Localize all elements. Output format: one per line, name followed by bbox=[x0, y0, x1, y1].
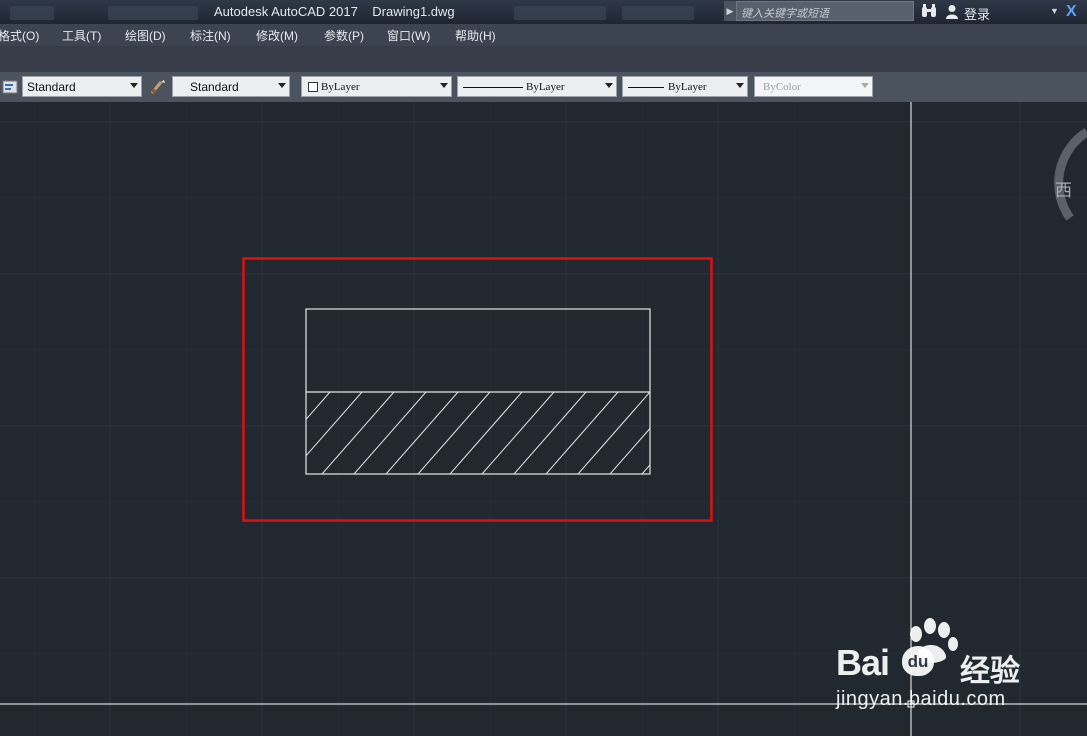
window-title: Autodesk AutoCAD 2017 Drawing1.dwg bbox=[214, 4, 455, 19]
lineweight-dropdown[interactable]: ByLayer bbox=[622, 76, 748, 97]
ribbon-strip bbox=[0, 46, 1087, 72]
chevron-down-icon[interactable]: ▼ bbox=[1050, 6, 1059, 16]
dimension-style-dropdown[interactable]: Standard bbox=[172, 76, 290, 97]
dimension-style-icon[interactable] bbox=[149, 78, 167, 96]
color-dropdown[interactable]: ByLayer bbox=[301, 76, 452, 97]
menu-modify[interactable]: 修改(M) bbox=[256, 27, 298, 44]
search-input[interactable]: 键入关键字或短语 bbox=[736, 1, 914, 21]
watermark-jingyan: 经验 bbox=[960, 655, 1020, 688]
baidu-watermark: Bai du 经验 jingyan.baidu.com bbox=[836, 618, 1036, 718]
menu-tools[interactable]: 工具(T) bbox=[62, 27, 101, 44]
watermark-brand: Bai bbox=[836, 642, 890, 683]
highlight-box bbox=[242, 257, 713, 522]
taskbar-tab bbox=[108, 6, 198, 20]
linetype-preview bbox=[463, 87, 523, 88]
watermark-du: du bbox=[902, 646, 934, 676]
viewcube-ring[interactable] bbox=[1054, 128, 1087, 221]
taskbar-tab bbox=[622, 6, 694, 20]
lineweight-preview bbox=[628, 87, 664, 88]
binoculars-icon[interactable] bbox=[921, 4, 937, 18]
hatch-pattern[interactable] bbox=[258, 392, 714, 474]
menu-format[interactable]: 格式(O) bbox=[0, 27, 39, 44]
title-bar: Autodesk AutoCAD 2017 Drawing1.dwg ▶ 键入关… bbox=[0, 0, 1087, 24]
menu-draw[interactable]: 绘图(D) bbox=[125, 27, 166, 44]
taskbar-tab bbox=[10, 6, 54, 20]
menu-help[interactable]: 帮助(H) bbox=[455, 27, 496, 44]
search-expand-icon[interactable]: ▶ bbox=[724, 1, 736, 21]
text-style-icon[interactable] bbox=[1, 78, 19, 96]
menu-dimension[interactable]: 标注(N) bbox=[190, 27, 231, 44]
user-icon[interactable] bbox=[945, 4, 959, 19]
rectangle-geometry[interactable] bbox=[305, 308, 651, 475]
menu-bar: 格式(O) 工具(T) 绘图(D) 标注(N) 修改(M) 参数(P) 窗口(W… bbox=[0, 24, 1087, 46]
color-swatch bbox=[308, 82, 318, 92]
menu-parametric[interactable]: 参数(P) bbox=[324, 27, 364, 44]
taskbar-tab bbox=[514, 6, 606, 20]
plot-style-dropdown: ByColor bbox=[754, 76, 873, 97]
exchange-apps-icon[interactable]: X bbox=[1066, 3, 1077, 21]
text-style-dropdown[interactable]: Standard bbox=[22, 76, 142, 97]
login-button[interactable]: 登录 bbox=[964, 4, 990, 23]
watermark-url: jingyan.baidu.com bbox=[836, 688, 1006, 710]
properties-toolbar: Standard Standard ByLayer ByLayer ByLaye… bbox=[0, 72, 1087, 102]
viewcube-west-label[interactable]: 西 bbox=[1055, 176, 1072, 201]
menu-window[interactable]: 窗口(W) bbox=[387, 27, 430, 44]
linetype-dropdown[interactable]: ByLayer bbox=[457, 76, 617, 97]
